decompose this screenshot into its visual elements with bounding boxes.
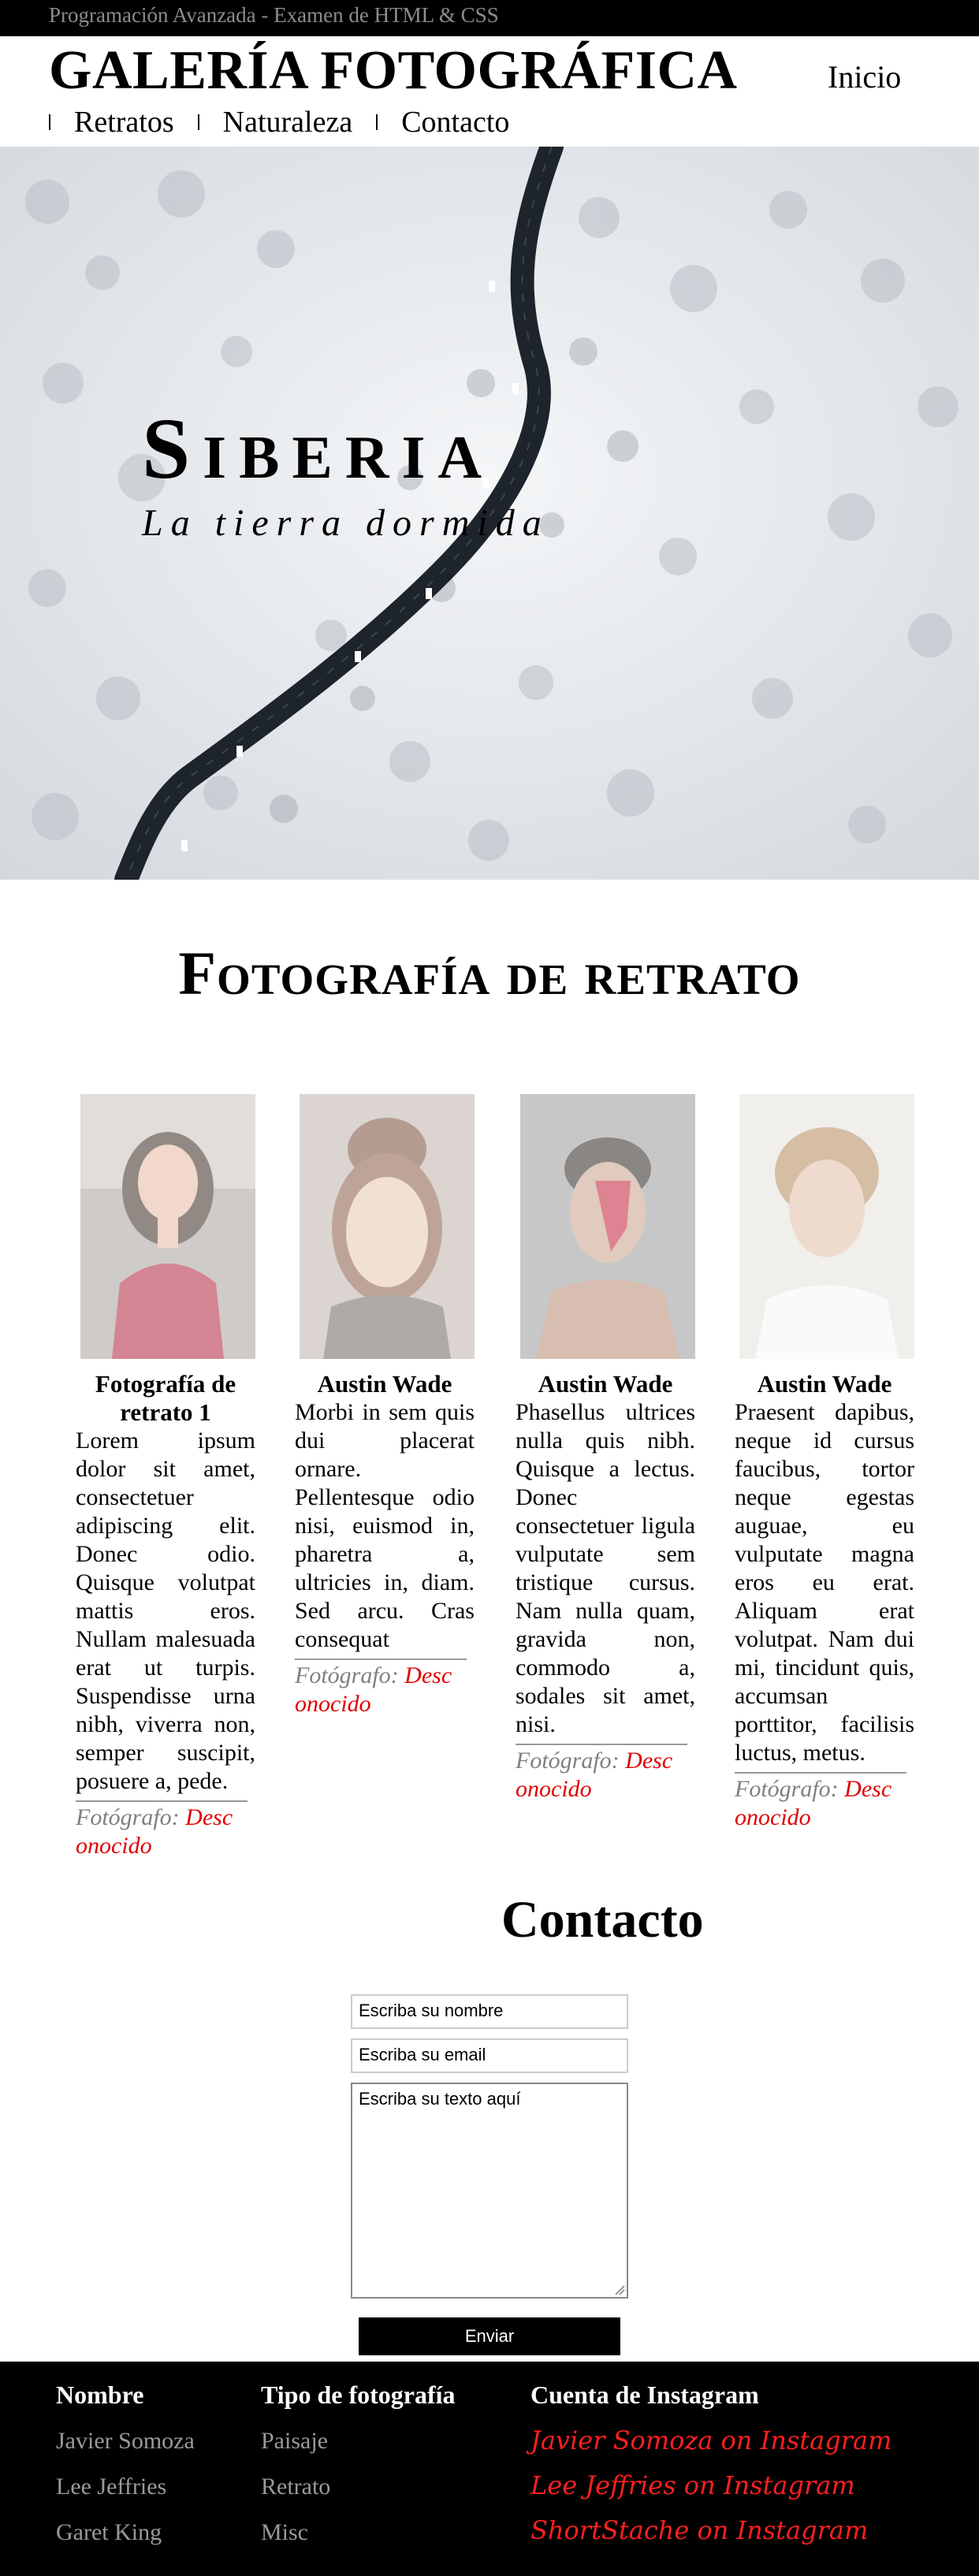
nav-item-retratos[interactable]: Retratos	[49, 105, 174, 140]
credit-label: Fotógrafo:	[76, 1804, 180, 1830]
submit-button[interactable]: Enviar	[359, 2317, 620, 2355]
footer-list-item: Lee Jeffries	[56, 2474, 167, 2500]
photographer-credit: Fotógrafo: Desc onocido	[516, 1747, 695, 1804]
footer: Nombre Javier Somoza Lee Jeffries Garet …	[0, 2362, 979, 2576]
nav-item-label[interactable]: Contacto	[401, 105, 509, 140]
card-divider	[295, 1658, 467, 1660]
card-description: Phasellus ultrices nulla quis nibh. Quis…	[516, 1399, 695, 1737]
card-title: Austin Wade	[757, 1370, 892, 1398]
card-title: Austin Wade	[317, 1370, 452, 1398]
nav-item-naturaleza[interactable]: Naturaleza	[197, 105, 353, 140]
resize-handle-icon[interactable]	[614, 2284, 625, 2295]
card-title: Fotografía de retrato 1	[95, 1370, 236, 1426]
portrait-card: Austin Wade Phasellus ultrices nulla qui…	[516, 1094, 695, 1804]
nav-separator	[376, 114, 378, 130]
instagram-link[interactable]: Javier Somoza on Instagram	[530, 2418, 892, 2463]
footer-list-item: Misc	[261, 2519, 308, 2545]
credit-label: Fotógrafo:	[295, 1662, 399, 1688]
email-input[interactable]: Escriba su email	[351, 2038, 628, 2073]
hero-subtitle: La tierra dormida	[142, 502, 549, 544]
photographer-credit: Fotógrafo: Desc onocido	[735, 1775, 914, 1832]
top-bar-text: Programación Avanzada - Examen de HTML &…	[49, 3, 499, 27]
portrait-photo-woman-bun	[300, 1094, 475, 1359]
footer-column-names: Nombre Javier Somoza Lee Jeffries Garet …	[56, 2379, 195, 2556]
footer-heading: Nombre	[56, 2381, 144, 2409]
hero-banner: Siberia La tierra dormida	[0, 147, 979, 880]
instagram-link[interactable]: ShortStache on Instagram	[530, 2508, 892, 2553]
contact-section-title: Contacto	[501, 1891, 704, 1949]
site-title[interactable]: GALERÍA FOTOGRÁFICA	[49, 39, 738, 102]
card-description: Lorem ipsum dolor sit amet, consectetuer…	[76, 1428, 255, 1794]
card-divider	[76, 1800, 248, 1802]
credit-label: Fotógrafo:	[516, 1748, 620, 1774]
nav-home-link[interactable]: Inicio	[828, 58, 901, 95]
nav-item-contacto[interactable]: Contacto	[376, 105, 509, 140]
footer-list-item: Javier Somoza	[56, 2428, 195, 2454]
portrait-photo-man-curly-hair	[739, 1094, 914, 1359]
portrait-card: Austin Wade Morbi in sem quis dui placer…	[295, 1094, 475, 1718]
footer-column-instagram: Cuenta de Instagram Javier Somoza on Ins…	[530, 2379, 892, 2553]
credit-label: Fotógrafo:	[735, 1776, 839, 1802]
message-textarea-placeholder: Escriba su texto aquí	[359, 2089, 521, 2109]
nav-item-label[interactable]: Retratos	[74, 105, 174, 140]
footer-list-item: Garet King	[56, 2519, 162, 2545]
portrait-photo-woman-red-top	[80, 1094, 255, 1359]
message-textarea[interactable]: Escriba su texto aquí	[351, 2083, 628, 2299]
footer-heading: Cuenta de Instagram	[530, 2381, 759, 2409]
footer-column-types: Tipo de fotografía Paisaje Retrato Misc	[261, 2379, 456, 2556]
nav-separator	[197, 114, 199, 130]
name-input[interactable]: Escriba su nombre	[351, 1994, 628, 2029]
portrait-card: Fotografía de retrato 1 Lorem ipsum dolo…	[76, 1094, 255, 1860]
nav-separator	[49, 114, 50, 130]
name-input-placeholder: Escriba su nombre	[359, 2001, 504, 2020]
portrait-card: Austin Wade Praesent dapibus, neque id c…	[735, 1094, 914, 1832]
top-bar: Programación Avanzada - Examen de HTML &…	[0, 0, 979, 36]
footer-heading: Tipo de fotografía	[261, 2381, 456, 2409]
portraits-section-title: Fotografía de retrato	[178, 939, 801, 1007]
nav-item-label[interactable]: Naturaleza	[223, 105, 353, 140]
card-divider	[735, 1772, 906, 1774]
card-description: Praesent dapibus, neque id cursus faucib…	[735, 1399, 914, 1766]
instagram-link[interactable]: Lee Jeffries on Instagram	[530, 2463, 892, 2508]
portrait-photo-man-face-paint	[520, 1094, 695, 1359]
photographer-credit: Fotógrafo: Desc onocido	[295, 1662, 475, 1718]
photographer-credit: Fotógrafo: Desc onocido	[76, 1804, 255, 1860]
card-title: Austin Wade	[538, 1370, 673, 1398]
card-divider	[516, 1744, 687, 1745]
card-description: Morbi in sem quis dui placerat ornare. P…	[295, 1399, 475, 1652]
hero-title: Siberia	[142, 400, 495, 497]
footer-list-item: Paisaje	[261, 2428, 328, 2454]
email-input-placeholder: Escriba su email	[359, 2045, 486, 2064]
main-nav: Retratos Naturaleza Contacto	[49, 102, 533, 142]
footer-list-item: Retrato	[261, 2474, 331, 2500]
